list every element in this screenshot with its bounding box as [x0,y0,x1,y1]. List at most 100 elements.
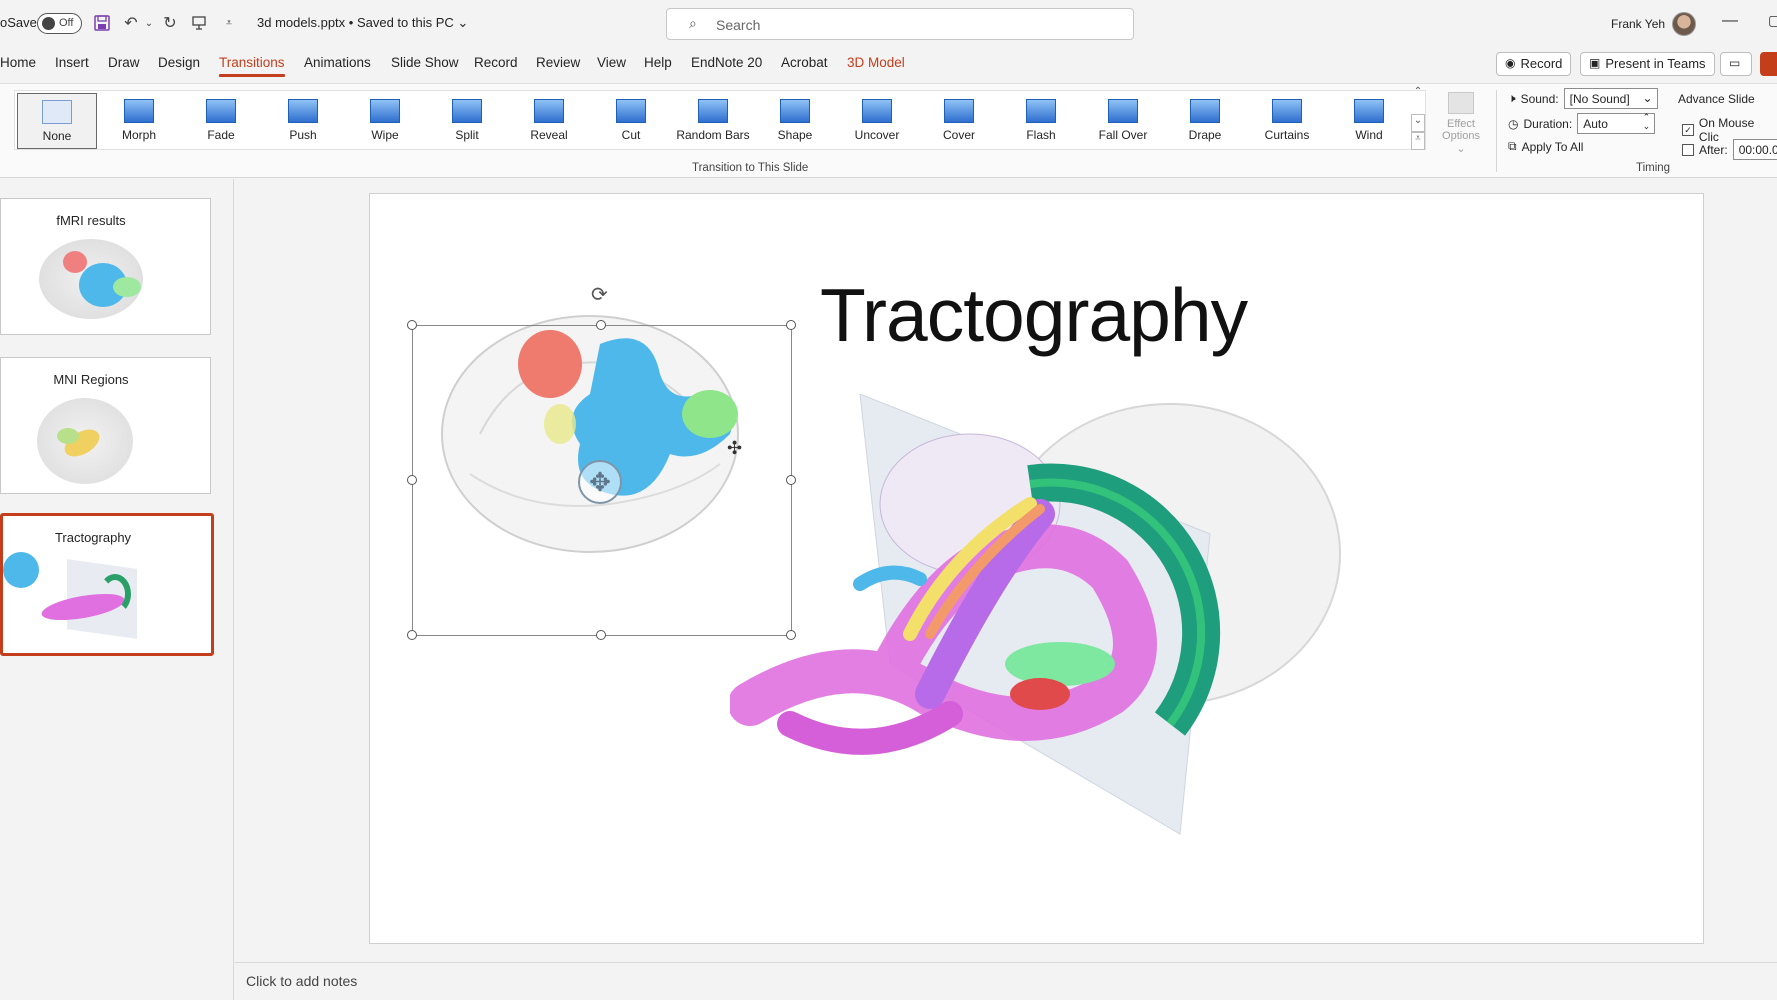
tab-view[interactable]: View [597,55,626,70]
slide-title[interactable]: Tractography [820,272,1248,358]
tab-home[interactable]: Home [0,55,36,70]
notes-pane[interactable]: Click to add notes [235,962,1777,1000]
transition-curtains[interactable]: Curtains [1247,93,1327,149]
shape-icon [780,99,810,123]
comment-icon: ▭ [1729,56,1741,70]
resize-handle[interactable] [596,630,606,640]
tab-slide-show[interactable]: Slide Show [391,55,459,70]
transition-cover[interactable]: Cover [919,93,999,149]
maximize-icon[interactable]: ▢ [1768,12,1777,29]
transition-label: Reveal [530,128,568,142]
transition-wipe[interactable]: Wipe [345,93,425,149]
slide-canvas[interactable]: Tractography ⟳ ✥ ✣ [369,193,1704,944]
rotate-handle-icon[interactable]: ⟳ [591,282,608,307]
undo-dropdown-icon[interactable]: ⌄ [138,12,160,34]
apply-all-icon: ⧉ [1508,139,1517,153]
transition-fade[interactable]: Fade [181,93,261,149]
tab-transitions[interactable]: Transitions [219,55,285,77]
tractography-3d-model[interactable] [730,394,1350,844]
transition-flash[interactable]: Flash [1001,93,1081,149]
transition-none[interactable]: None [17,93,97,149]
apply-to-all-button[interactable]: ⧉ Apply To All [1508,139,1583,154]
record-button-label: Record [1520,56,1563,71]
after-value: 00:00.0 [1738,143,1777,157]
duration-stepper[interactable]: Auto ⌃ ⌄ [1577,113,1656,134]
autosave-toggle[interactable]: Off [37,13,82,34]
transition-uncover[interactable]: Uncover [837,93,917,149]
share-button[interactable] [1760,52,1777,76]
tab-review[interactable]: Review [536,55,580,70]
present-from-start-icon[interactable] [188,12,210,34]
slide-thumbnail-1[interactable]: fMRI results [0,198,211,335]
resize-handle[interactable] [407,630,417,640]
transition-split[interactable]: Split [427,93,507,149]
gallery-expand-icon[interactable]: ⩡ [1411,132,1425,150]
ribbon-divider [1496,90,1497,172]
cover-icon [944,99,974,123]
transition-shape[interactable]: Shape [755,93,835,149]
tab-design[interactable]: Design [158,55,200,70]
transition-fall-over[interactable]: Fall Over [1083,93,1163,149]
on-mouse-click-checkbox[interactable]: ✓ [1682,124,1694,136]
tract-green-arc [99,574,131,614]
tab-endnote[interactable]: EndNote 20 [691,55,762,70]
tab-acrobat[interactable]: Acrobat [781,55,828,70]
slide-thumbnail-2[interactable]: MNI Regions [0,357,211,494]
user-name[interactable]: Frank Yeh [1611,17,1665,31]
effect-options-text: Options [1442,130,1480,142]
sound-dropdown[interactable]: [No Sound] ⌄ [1563,88,1658,109]
transition-cut[interactable]: Cut [591,93,671,149]
sound-label: Sound: [1520,91,1559,106]
transition-label: Fall Over [1098,128,1148,142]
effect-options-label: Effect [1447,118,1475,130]
slide-thumbnail-title: Tractography [54,530,132,545]
present-in-teams-button[interactable]: ▣ Present in Teams [1580,52,1715,76]
after-label: After: [1699,142,1728,157]
after-field[interactable]: 00:00.0 [1732,139,1777,160]
transition-label: Drape [1188,128,1222,142]
gallery-scroll-down-icon[interactable]: ⌄ [1411,114,1425,132]
wipe-icon [370,99,400,123]
tab-draw[interactable]: Draw [108,55,140,70]
transition-reveal[interactable]: Reveal [509,93,589,149]
advance-slide-text: Advance Slide [1678,92,1755,106]
transition-label: Morph [121,128,156,142]
search-box[interactable]: ⌕ Search [666,8,1134,40]
transition-wind[interactable]: Wind [1329,93,1409,149]
curtains-icon [1272,99,1302,123]
transition-morph[interactable]: Morph [99,93,179,149]
document-filename[interactable]: 3d models.pptx • Saved to this PC ⌄ [257,15,468,31]
random-bars-icon [698,99,728,123]
save-icon[interactable] [91,12,113,34]
3d-rotate-control-icon[interactable]: ✥ [578,460,622,504]
tab-record[interactable]: Record [474,55,518,70]
transition-random-bars[interactable]: Random Bars [673,93,753,149]
transition-push[interactable]: Push [263,93,343,149]
tab-animations[interactable]: Animations [304,55,371,70]
apply-to-all-label: Apply To All [1521,139,1584,154]
minimize-icon[interactable]: — [1722,12,1738,30]
transition-label: Curtains [1264,128,1310,142]
after-checkbox[interactable] [1682,143,1694,156]
avatar[interactable] [1672,12,1696,36]
resize-handle[interactable] [786,320,796,330]
resize-handle[interactable] [407,320,417,330]
slide-thumbnail-3[interactable]: Tractography [0,513,214,656]
autosave-state: Off [59,17,74,29]
effect-options-button[interactable]: Effect Options ⌄ [1438,90,1484,155]
transition-none-icon [42,100,72,124]
tab-insert[interactable]: Insert [55,55,89,70]
comments-button[interactable]: ▭ [1720,52,1752,76]
tab-help[interactable]: Help [644,55,672,70]
transition-drape[interactable]: Drape [1165,93,1245,149]
transition-label: Flash [1026,128,1056,142]
redo-icon[interactable]: ↻ [159,12,181,34]
customize-toolbar-icon[interactable]: ⩡ [218,12,240,34]
transition-label: Shape [777,128,813,142]
record-button[interactable]: ◉ Record [1496,52,1572,76]
tab-3d-model[interactable]: 3D Model [847,55,905,70]
resize-handle[interactable] [596,320,606,330]
gallery-scroll-up-icon[interactable]: ⌃ [1411,86,1425,104]
resize-handle[interactable] [407,475,417,485]
speaker-icon: 🕨 [1508,91,1516,105]
